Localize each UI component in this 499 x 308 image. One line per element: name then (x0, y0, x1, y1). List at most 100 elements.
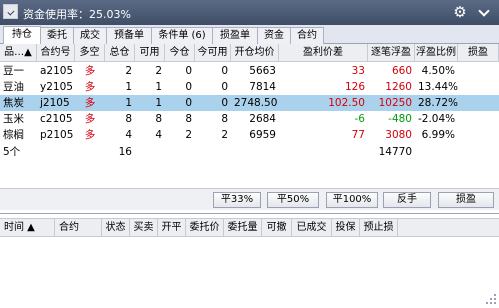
cell-float-pnl: 660 (391, 65, 412, 77)
header-available[interactable]: 可用 (135, 44, 165, 61)
tab-conditional-orders[interactable]: 条件单 (6) (151, 27, 213, 44)
header-contract[interactable]: 合约 (55, 219, 102, 236)
header-pre-stop[interactable]: 预止损 (360, 219, 398, 236)
cell-code: a2105 (40, 65, 74, 77)
positions-header: 品…▲ 合约号 多空 总仓 可用 今仓 今可用 开仓均价 盈利价差 逐笔浮盈 浮… (0, 44, 499, 62)
cell-open-price: 2748.50 (234, 97, 278, 109)
cell-today: 0 (185, 65, 192, 77)
cell-open-price: 6959 (249, 129, 276, 141)
cell-today-available: 8 (221, 113, 228, 125)
table-row[interactable]: 棕榈 p2105 多 4 4 2 2 6959 77 3080 6.99% (0, 127, 499, 143)
header-side[interactable]: 买卖 (130, 219, 158, 236)
tab-trades[interactable]: 成交 (73, 27, 107, 44)
fund-usage-title: 资金使用率：25.03% (23, 8, 131, 21)
header-time[interactable]: 时间 ▲ (0, 219, 55, 236)
cell-today-available: 2 (221, 129, 228, 141)
cell-code: p2105 (40, 129, 74, 141)
cell-direction: 多 (84, 81, 96, 93)
header-stop[interactable]: 损盈 (458, 44, 499, 61)
cell-code: c2105 (40, 113, 73, 125)
cell-total: 1 (125, 97, 132, 109)
cell-available: 1 (155, 81, 162, 93)
header-today-available[interactable]: 今可用 (195, 44, 231, 61)
summary-pnl: 14770 (378, 146, 412, 158)
tab-bar: 持仓 委托 成交 预备单 条件单 (6) 损盈单 资金 合约 (0, 25, 499, 44)
chevron-down-icon[interactable] (476, 4, 492, 20)
cell-name: 焦炭 (3, 97, 24, 109)
cell-total: 1 (125, 81, 132, 93)
cell-pnl-ratio: -2.04% (418, 113, 456, 125)
orders-table: 时间 ▲ 合约 状态 买卖 开平 委托价 委托量 可撤 已成交 投保 预止损 (0, 213, 499, 308)
cell-total: 8 (125, 113, 132, 125)
cell-profit-diff: 33 (351, 65, 365, 77)
cell-float-pnl: -480 (388, 113, 412, 125)
header-total[interactable]: 总仓 (105, 44, 135, 61)
gear-icon[interactable]: ⚙ (452, 4, 468, 20)
table-row[interactable]: 豆一 a2105 多 2 2 0 0 5663 33 660 4.50% (0, 63, 499, 79)
cell-direction: 多 (84, 129, 96, 141)
reverse-button[interactable]: 反手 (383, 192, 431, 208)
header-direction[interactable]: 多空 (75, 44, 105, 61)
header-name[interactable]: 品…▲ (0, 44, 37, 61)
cell-profit-diff: 102.50 (328, 97, 365, 109)
table-row[interactable]: 玉米 c2105 多 8 8 8 8 2684 -6 -480 -2.04% (0, 111, 499, 127)
title-bar: 资金使用率：25.03% ⚙ (0, 0, 499, 25)
cell-today: 2 (185, 129, 192, 141)
cell-today-available: 0 (221, 81, 228, 93)
header-hedge[interactable]: 投保 (332, 219, 360, 236)
cell-profit-diff: 77 (351, 129, 365, 141)
header-float-pnl[interactable]: 逐笔浮盈 (368, 44, 415, 61)
cell-direction: 多 (84, 97, 96, 109)
cell-total: 2 (125, 65, 132, 77)
header-open-close[interactable]: 开平 (158, 219, 186, 236)
header-code[interactable]: 合约号 (37, 44, 75, 61)
cell-today-available: 0 (221, 97, 228, 109)
cell-pnl-ratio: 4.50% (421, 65, 455, 77)
cell-today: 0 (185, 97, 192, 109)
tab-positions[interactable]: 持仓 (3, 26, 41, 44)
cell-open-price: 7814 (249, 81, 276, 93)
table-row[interactable]: 豆油 y2105 多 1 1 0 0 7814 126 1260 13.44% (0, 79, 499, 95)
cell-name: 棕榈 (3, 129, 24, 141)
orders-header: 时间 ▲ 合约 状态 买卖 开平 委托价 委托量 可撤 已成交 投保 预止损 (0, 218, 499, 237)
tab-stop-orders[interactable]: 损盈单 (212, 27, 258, 44)
summary-count: 5个 (3, 146, 21, 158)
header-filled[interactable]: 已成交 (292, 219, 332, 236)
header-status[interactable]: 状态 (102, 219, 130, 236)
header-today[interactable]: 今仓 (165, 44, 195, 61)
close-33-button[interactable]: 平33% (213, 192, 261, 208)
cell-available: 2 (155, 65, 162, 77)
stop-profit-button[interactable]: 损盈 (438, 192, 494, 208)
header-pnl-ratio[interactable]: 浮盈比例 (415, 44, 458, 61)
cell-open-price: 5663 (249, 65, 276, 77)
cell-code: y2105 (40, 81, 73, 93)
table-row-selected[interactable]: 焦炭 j2105 多 1 1 0 0 2748.50 102.50 10250 … (0, 95, 499, 111)
cell-available: 4 (155, 129, 162, 141)
cell-open-price: 2684 (249, 113, 276, 125)
summary-total: 16 (118, 146, 132, 158)
close-50-button[interactable]: 平50% (267, 192, 319, 208)
close-100-button[interactable]: 平100% (326, 192, 378, 208)
tab-funds[interactable]: 资金 (257, 27, 291, 44)
tab-orders[interactable]: 委托 (40, 27, 74, 44)
resize-grip-icon[interactable] (484, 292, 498, 306)
tab-contracts[interactable]: 合约 (290, 27, 324, 44)
header-cancelable[interactable]: 可撤 (262, 219, 292, 236)
cell-float-pnl: 10250 (378, 97, 412, 109)
cell-name: 豆一 (3, 65, 24, 77)
cell-profit-diff: 126 (344, 81, 365, 93)
cell-today-available: 0 (221, 65, 228, 77)
header-order-qty[interactable]: 委托量 (224, 219, 262, 236)
cell-total: 4 (125, 129, 132, 141)
cell-pnl-ratio: 28.72% (418, 97, 458, 109)
header-open-price[interactable]: 开仓均价 (231, 44, 279, 61)
cell-direction: 多 (84, 113, 96, 125)
cell-pnl-ratio: 13.44% (418, 81, 458, 93)
header-profit-diff[interactable]: 盈利价差 (279, 44, 368, 61)
tab-prepared-orders[interactable]: 预备单 (106, 27, 152, 44)
cell-name: 豆油 (3, 81, 24, 93)
checkbox-icon[interactable] (3, 4, 18, 19)
cell-available: 8 (155, 113, 162, 125)
summary-row: 5个 16 14770 (0, 144, 499, 160)
header-order-price[interactable]: 委托价 (186, 219, 224, 236)
